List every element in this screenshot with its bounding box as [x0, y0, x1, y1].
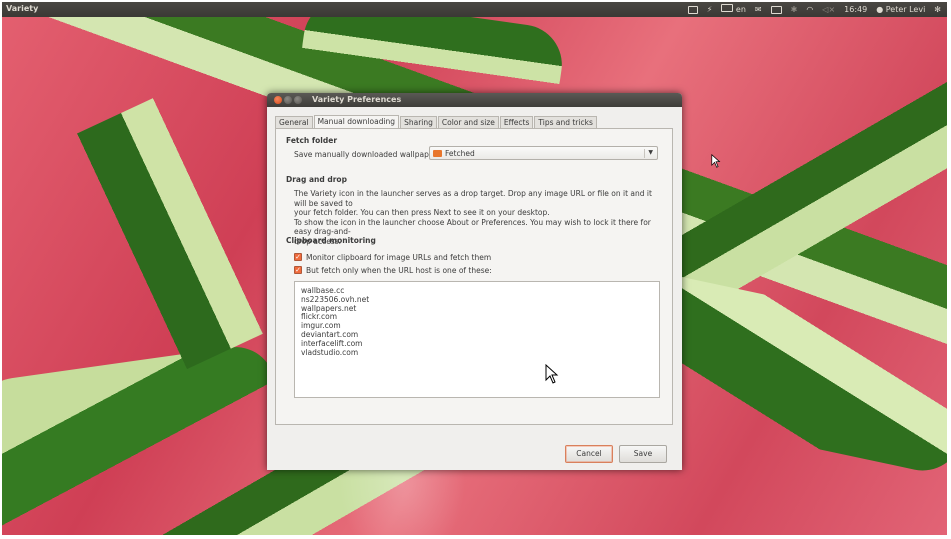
keyboard-indicator[interactable]: en	[721, 4, 746, 15]
combo-separator	[644, 149, 645, 158]
mouse-cursor-icon	[545, 364, 559, 384]
hosts-textarea[interactable]: wallbase.cc ns223506.ovh.net wallpapers.…	[294, 281, 660, 398]
window-title: Variety Preferences	[312, 95, 402, 104]
panel-app-title: Variety	[6, 4, 39, 13]
host-line: wallpapers.net	[301, 303, 357, 313]
monitor-clipboard-checkbox[interactable]: ✓	[294, 253, 302, 261]
maximize-icon[interactable]	[294, 96, 302, 104]
mail-icon[interactable]: ✉	[755, 4, 762, 15]
monitor-clipboard-label[interactable]: Monitor clipboard for image URLs and fet…	[306, 253, 491, 262]
user-menu[interactable]: ● Peter Levi	[876, 4, 925, 15]
top-panel: Variety ⚡ en ✉ ✱ ◠ ◁× 16:49 ● Peter Levi…	[2, 2, 947, 17]
user-icon: ●	[876, 5, 884, 14]
host-line: flickr.com	[301, 312, 338, 322]
screen-icon[interactable]	[687, 5, 698, 14]
close-icon[interactable]	[274, 96, 282, 104]
mouse-cursor-icon	[711, 154, 721, 168]
chevron-down-icon: ▼	[648, 149, 653, 156]
window-titlebar[interactable]: Variety Preferences	[267, 93, 682, 107]
fetch-folder-select[interactable]: Fetched ▼	[429, 146, 658, 160]
clipboard-heading: Clipboard monitoring	[286, 236, 376, 245]
fetch-only-label[interactable]: But fetch only when the URL host is one …	[306, 266, 492, 275]
drag-drop-line: The Variety icon in the launcher serves …	[294, 189, 652, 208]
fetch-folder-heading: Fetch folder	[286, 136, 338, 145]
battery-icon[interactable]	[770, 5, 782, 14]
drag-drop-line: To show the icon in the launcher choose …	[294, 217, 651, 237]
drag-drop-line: your fetch folder. You can then press Ne…	[294, 208, 550, 217]
fetch-folder-value: Fetched	[445, 149, 475, 158]
minimize-icon[interactable]	[284, 96, 292, 104]
drag-drop-heading: Drag and drop	[286, 175, 347, 184]
cancel-button[interactable]: Cancel	[565, 445, 613, 463]
wifi-icon[interactable]: ◠	[806, 4, 813, 15]
save-button[interactable]: Save	[619, 445, 667, 463]
folder-icon	[433, 150, 442, 157]
user-name: Peter Levi	[885, 5, 926, 14]
flash-icon[interactable]: ⚡	[707, 4, 713, 15]
keyboard-layout: en	[735, 5, 746, 14]
host-line: vladstudio.com	[301, 347, 359, 357]
volume-icon[interactable]: ◁×	[822, 4, 835, 15]
indicator-area: ⚡ en ✉ ✱ ◠ ◁× 16:49 ● Peter Levi ✻	[687, 4, 941, 15]
manual-downloading-page: Fetch folder Save manually downloaded wa…	[275, 128, 673, 425]
bluetooth-icon[interactable]: ✱	[791, 4, 798, 15]
fetch-only-checkbox[interactable]: ✓	[294, 266, 302, 274]
keyboard-icon	[721, 4, 734, 12]
preferences-window: Variety Preferences General Manual downl…	[267, 93, 682, 470]
gear-icon[interactable]: ✻	[934, 4, 941, 15]
clock[interactable]: 16:49	[844, 4, 867, 15]
fetch-folder-label: Save manually downloaded wallpapers to	[294, 150, 451, 159]
